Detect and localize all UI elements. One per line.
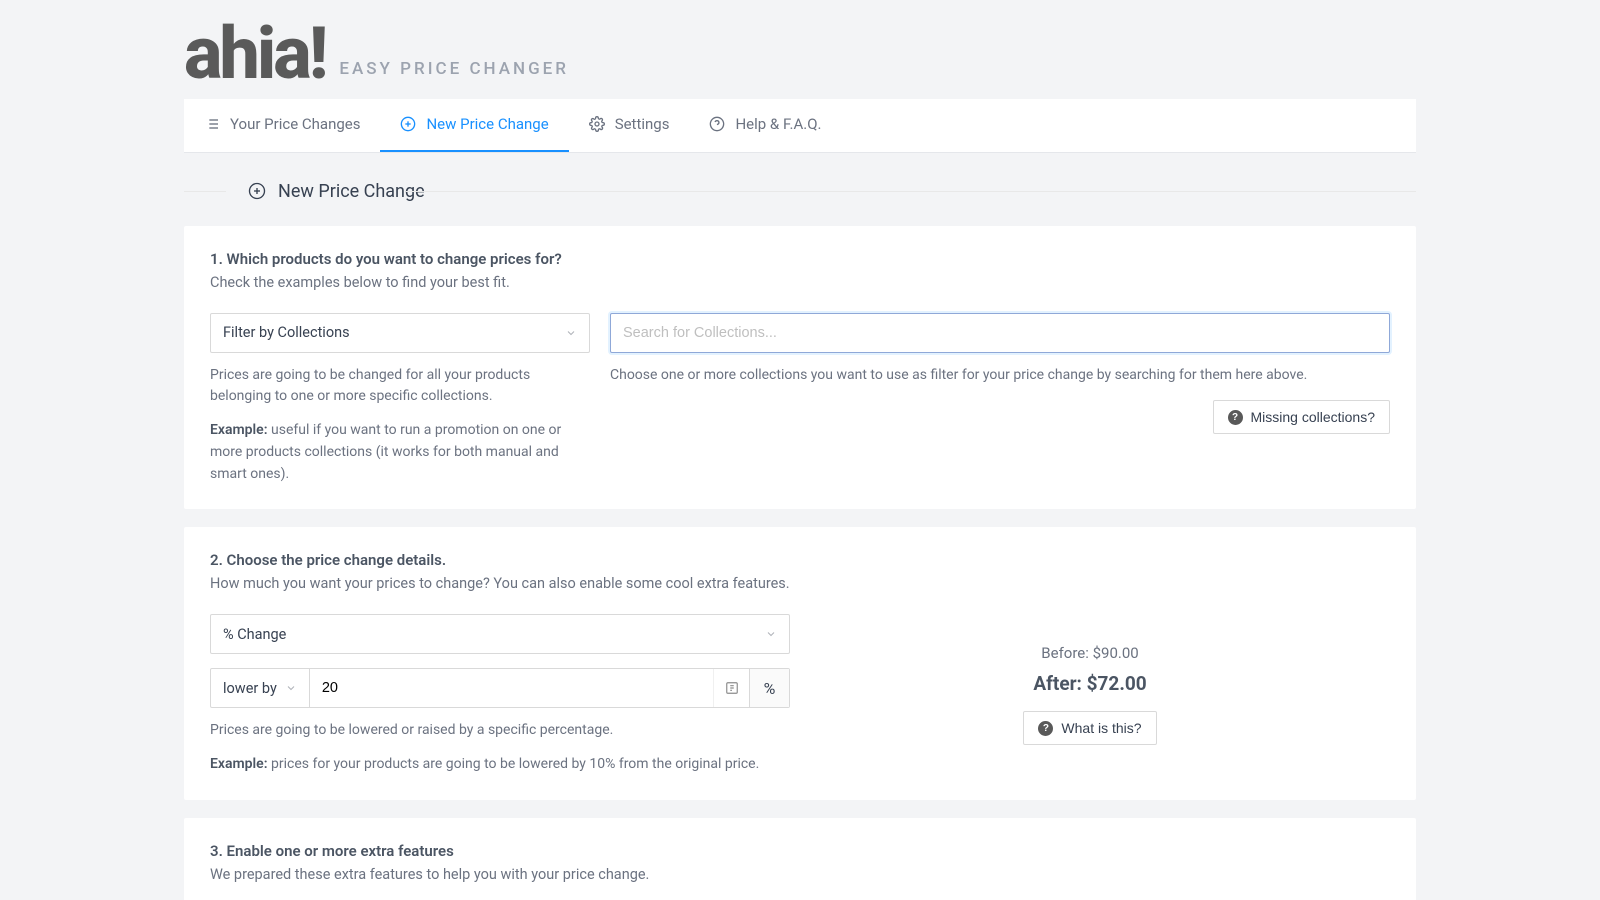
plus-circle-icon	[400, 116, 416, 132]
missing-collections-button[interactable]: ? Missing collections?	[1213, 400, 1391, 434]
section-extra-features: 3. Enable one or more extra features We …	[184, 818, 1416, 900]
select-value: lower by	[223, 680, 277, 697]
tab-new-price-change[interactable]: New Price Change	[380, 99, 568, 152]
collections-search-input[interactable]	[623, 325, 1377, 341]
percent-suffix: %	[749, 669, 789, 707]
chevron-down-icon	[285, 682, 297, 694]
question-mark-icon: ?	[1038, 721, 1053, 736]
tab-help-faq[interactable]: Help & F.A.Q.	[689, 99, 841, 152]
price-preview-after: After: $72.00	[1033, 672, 1146, 695]
tab-settings[interactable]: Settings	[569, 99, 690, 152]
list-icon	[204, 116, 220, 132]
tab-label: Help & F.A.Q.	[735, 115, 821, 133]
filter-type-select[interactable]: Filter by Collections	[210, 313, 590, 353]
help-text: Choose one or more collections you want …	[610, 365, 1390, 387]
button-label: Missing collections?	[1251, 409, 1376, 425]
help-text: Prices are going to be changed for all y…	[210, 365, 590, 408]
app-logo: ahia! EASY PRICE CHANGER	[0, 0, 1600, 99]
tab-label: New Price Change	[426, 115, 548, 133]
example-text: Example: useful if you want to run a pro…	[210, 420, 590, 485]
chevron-down-icon	[565, 327, 577, 339]
example-label: Example:	[210, 756, 268, 772]
logo-tagline: EASY PRICE CHANGER	[339, 59, 569, 79]
tab-label: Settings	[615, 115, 670, 133]
edit-icon	[725, 681, 739, 695]
example-body: prices for your products are going to be…	[268, 756, 760, 772]
section-title: 3. Enable one or more extra features	[210, 842, 1390, 860]
section-subtitle: We prepared these extra features to help…	[210, 866, 1390, 883]
amount-row: lower by %	[210, 668, 790, 708]
page-title: New Price Change	[278, 181, 425, 202]
plus-circle-icon	[248, 182, 266, 200]
collections-search[interactable]	[610, 313, 1390, 353]
button-label: What is this?	[1061, 720, 1141, 736]
main-tabs: Your Price Changes New Price Change Sett…	[184, 99, 1416, 153]
help-circle-icon	[709, 116, 725, 132]
select-value: % Change	[223, 626, 286, 643]
section-price-details: 2. Choose the price change details. How …	[184, 527, 1416, 799]
section-title: 1. Which products do you want to change …	[210, 250, 1390, 268]
chevron-down-icon	[765, 628, 777, 640]
question-mark-icon: ?	[1228, 410, 1243, 425]
direction-select[interactable]: lower by	[211, 669, 310, 707]
example-text: Example: prices for your products are go…	[210, 754, 790, 776]
select-value: Filter by Collections	[223, 324, 350, 341]
gear-icon	[589, 116, 605, 132]
price-preview-before: Before: $90.00	[1041, 644, 1138, 662]
example-label: Example:	[210, 422, 268, 438]
change-type-select[interactable]: % Change	[210, 614, 790, 654]
section-subtitle: Check the examples below to find your be…	[210, 274, 1390, 291]
help-text: Prices are going to be lowered or raised…	[210, 720, 790, 742]
logo-text: ahia!	[184, 22, 325, 87]
what-is-this-button[interactable]: ? What is this?	[1023, 711, 1156, 745]
section-subtitle: How much you want your prices to change?…	[210, 575, 1390, 592]
section-products: 1. Which products do you want to change …	[184, 226, 1416, 509]
tab-your-price-changes[interactable]: Your Price Changes	[184, 99, 380, 152]
page-header: New Price Change	[0, 153, 1600, 226]
section-title: 2. Choose the price change details.	[210, 551, 1390, 569]
amount-input[interactable]	[310, 669, 713, 707]
edit-amount-button[interactable]	[713, 669, 749, 707]
tab-label: Your Price Changes	[230, 115, 360, 133]
